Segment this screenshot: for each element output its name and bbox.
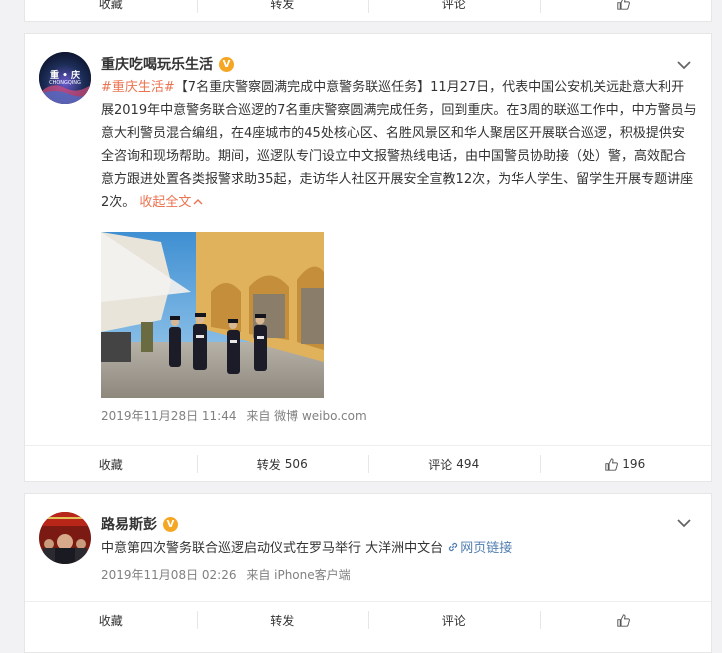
verified-badge-icon: V: [219, 56, 234, 72]
comment-label: 评论: [428, 457, 453, 472]
repost-label: 转发: [256, 457, 281, 472]
comment-button[interactable]: 评论: [368, 0, 540, 21]
top-post-action-bar: 收藏 转发 评论: [25, 0, 711, 21]
favorite-label: 收藏: [98, 0, 123, 11]
repost-label: 转发: [270, 613, 295, 628]
avatar[interactable]: 重 • 庆 CHONGQING: [39, 52, 91, 104]
web-link[interactable]: 网页链接: [447, 541, 512, 556]
chevron-down-icon[interactable]: [677, 518, 691, 528]
repost-label: 转发: [270, 0, 295, 11]
collapse-text-link[interactable]: 收起全文: [139, 195, 203, 210]
author-name[interactable]: 路易斯彭: [101, 514, 157, 534]
post-card: 重 • 庆 CHONGQING 重庆吃喝玩乐生活 V #重庆生活#【7名重庆警察…: [24, 33, 712, 482]
thumbs-up-icon: [617, 0, 630, 10]
post-meta: 2019年11月08日 02:26 来自 iPhone客户端: [101, 566, 351, 583]
avatar-subtext: CHONGQING: [49, 80, 81, 86]
author-name[interactable]: 重庆吃喝玩乐生活: [101, 54, 213, 74]
like-button[interactable]: [539, 0, 712, 21]
chevron-up-icon: [193, 199, 203, 205]
repost-button[interactable]: 转发: [196, 0, 369, 21]
post-source: 来自 iPhone客户端: [246, 568, 351, 582]
favorite-label: 收藏: [98, 613, 123, 628]
post-action-bar: 收藏 转发 506 评论 494 196: [25, 445, 711, 482]
post-source: 来自 微博 weibo.com: [246, 409, 367, 423]
favorite-label: 收藏: [98, 457, 123, 472]
post-card: 路易斯彭 V 中意第四次警务联合巡逻启动仪式在罗马举行 大洋洲中文台 网页链接 …: [24, 493, 712, 653]
post-text: 中意第四次警务联合巡逻启动仪式在罗马举行 大洋洲中文台 网页链接: [101, 537, 697, 560]
repost-button[interactable]: 转发 506: [196, 446, 369, 482]
post-headline: 【7名重庆警察圆满完成中意警务联巡任务】: [174, 80, 431, 95]
link-label: 网页链接: [460, 541, 513, 556]
link-icon: [449, 542, 458, 552]
thumbs-up-icon: [617, 613, 630, 627]
post-body: 11月27日，代表中国公安机关远赴意大利开展2019年中意警务联合巡逻的7名重庆…: [101, 80, 697, 210]
post-action-bar: 收藏 转发 评论: [25, 601, 711, 638]
comment-button[interactable]: 评论: [368, 602, 540, 638]
avatar-image: [39, 512, 91, 564]
police-patrol-photo: [101, 232, 324, 398]
favorite-button[interactable]: 收藏: [25, 0, 197, 21]
comment-button[interactable]: 评论 494: [368, 446, 540, 482]
post-timestamp[interactable]: 2019年11月08日 02:26: [101, 568, 236, 582]
top-post-card: 收藏 转发 评论: [24, 0, 712, 22]
repost-count: 506: [284, 457, 308, 471]
comment-label: 评论: [441, 0, 466, 11]
collapse-label: 收起全文: [139, 195, 192, 210]
favorite-button[interactable]: 收藏: [25, 446, 197, 482]
chevron-down-icon[interactable]: [677, 60, 691, 70]
thumbs-up-icon: [605, 457, 619, 471]
like-count: 196: [622, 457, 646, 471]
post-timestamp[interactable]: 2019年11月28日 11:44: [101, 409, 236, 423]
comment-label: 评论: [441, 613, 466, 628]
post-author: 重庆吃喝玩乐生活 V: [101, 54, 234, 74]
post-body: 中意第四次警务联合巡逻启动仪式在罗马举行 大洋洲中文台: [101, 541, 444, 556]
post-text: #重庆生活#【7名重庆警察圆满完成中意警务联巡任务】11月27日，代表中国公安机…: [101, 76, 697, 214]
like-button[interactable]: [539, 602, 712, 638]
post-image[interactable]: [101, 232, 324, 398]
verified-badge-icon: V: [163, 516, 178, 532]
repost-button[interactable]: 转发: [196, 602, 369, 638]
avatar[interactable]: [39, 512, 91, 564]
favorite-button[interactable]: 收藏: [25, 602, 197, 638]
hashtag-link[interactable]: #重庆生活#: [101, 80, 175, 95]
post-meta: 2019年11月28日 11:44 来自 微博 weibo.com: [101, 407, 367, 424]
comment-count: 494: [456, 457, 480, 471]
like-button[interactable]: 196: [539, 446, 712, 482]
post-author: 路易斯彭 V: [101, 514, 178, 534]
